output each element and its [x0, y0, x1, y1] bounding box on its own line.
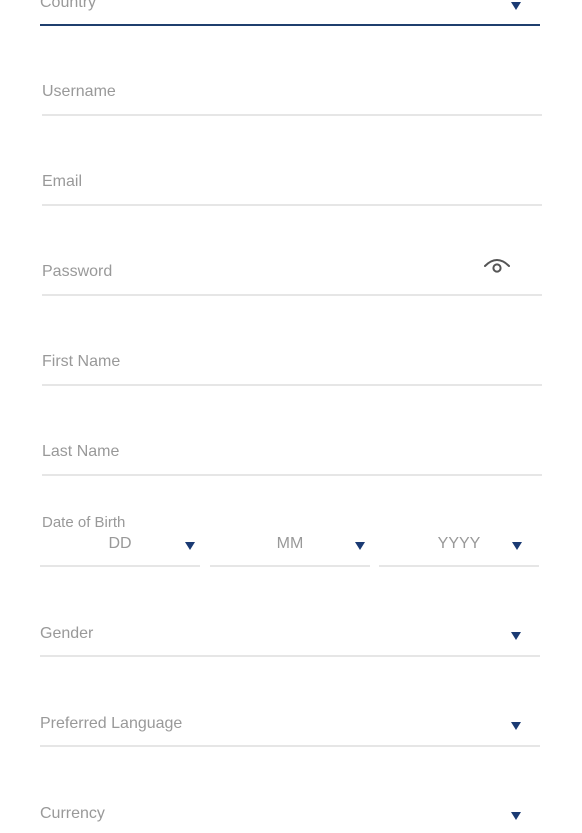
currency-select[interactable]: Currency [40, 804, 540, 833]
last-name-field[interactable]: Last Name [42, 442, 542, 478]
first-name-label: First Name [42, 353, 121, 370]
chevron-down-icon [511, 2, 521, 10]
chevron-down-icon [512, 542, 522, 550]
last-name-label: Last Name [42, 443, 120, 460]
dob-year-select[interactable]: YYYY [379, 535, 539, 569]
country-label: Country [40, 0, 97, 11]
first-name-field[interactable]: First Name [42, 352, 542, 388]
chevron-down-icon [511, 722, 521, 730]
dob-month-underline [210, 565, 370, 567]
email-field[interactable]: Email [42, 172, 542, 208]
country-underline [40, 24, 540, 26]
last-name-underline [42, 474, 542, 476]
gender-select[interactable]: Gender [40, 624, 540, 658]
username-label: Username [42, 83, 116, 100]
password-underline [42, 294, 542, 296]
chevron-down-icon [511, 812, 521, 820]
dob-day-underline [40, 565, 200, 567]
currency-label: Currency [40, 805, 105, 822]
chevron-down-icon [185, 542, 195, 550]
email-label: Email [42, 173, 83, 190]
password-label: Password [42, 263, 113, 280]
dob-month-placeholder: MM [276, 535, 304, 552]
preferred-language-underline [40, 745, 540, 747]
password-field[interactable]: Password [42, 259, 542, 298]
chevron-down-icon [511, 632, 521, 640]
username-field[interactable]: Username [42, 82, 542, 118]
dob-year-underline [379, 565, 539, 567]
gender-label: Gender [40, 625, 94, 642]
username-underline [42, 114, 542, 116]
dob-month-select[interactable]: MM [210, 535, 370, 569]
email-underline [42, 204, 542, 206]
country-select[interactable]: Country [40, 0, 540, 28]
preferred-language-select[interactable]: Preferred Language [40, 714, 540, 748]
gender-underline [40, 655, 540, 657]
chevron-down-icon [355, 542, 365, 550]
eye-icon[interactable] [483, 256, 511, 281]
dob-day-placeholder: DD [108, 535, 132, 552]
dob-day-select[interactable]: DD [40, 535, 200, 569]
first-name-underline [42, 384, 542, 386]
preferred-language-label: Preferred Language [40, 715, 183, 732]
dob-label: Date of Birth [42, 514, 126, 531]
